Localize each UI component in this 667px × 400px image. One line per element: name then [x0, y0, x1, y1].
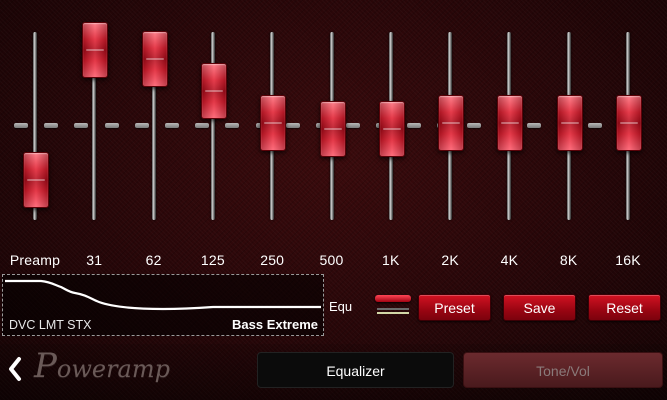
- band-label: 31: [86, 252, 103, 268]
- poweramp-logo: Poweramp: [34, 346, 170, 386]
- preset-codes: DVC LMT STX: [9, 318, 92, 332]
- slider-knob[interactable]: [319, 100, 346, 157]
- band-label: 62: [145, 252, 162, 268]
- band-label: 500: [319, 252, 344, 268]
- band-label: 125: [200, 252, 225, 268]
- equ-label: Equ: [329, 299, 353, 314]
- chevron-left-icon[interactable]: [6, 355, 24, 383]
- slider-knob[interactable]: [23, 151, 49, 208]
- eq-slider-1k[interactable]: [371, 0, 411, 240]
- equ-toggle-icon[interactable]: [375, 295, 411, 317]
- slider-knob[interactable]: [378, 100, 405, 157]
- band-label: 2K: [441, 252, 459, 268]
- eq-slider-250[interactable]: [252, 0, 292, 240]
- band-label: 8K: [559, 252, 578, 268]
- eq-slider-8k[interactable]: [549, 0, 589, 240]
- eq-curve-preview: [5, 279, 321, 311]
- center-line-dash: [587, 123, 602, 128]
- slider-track[interactable]: [210, 32, 215, 220]
- preset-button[interactable]: Preset: [418, 294, 491, 321]
- eq-slider-31[interactable]: [74, 0, 114, 240]
- eq-slider-125[interactable]: [193, 0, 233, 240]
- band-label: 4K: [500, 252, 519, 268]
- reset-button[interactable]: Reset: [588, 294, 661, 321]
- eq-slider-2k[interactable]: [430, 0, 470, 240]
- preset-name: Bass Extreme: [232, 317, 318, 332]
- slider-knob[interactable]: [616, 95, 642, 152]
- eq-slider-16k[interactable]: [608, 0, 648, 240]
- band-label: 250: [260, 252, 285, 268]
- tab-equalizer[interactable]: Equalizer: [257, 352, 454, 388]
- slider-knob[interactable]: [438, 95, 465, 152]
- slider-knob[interactable]: [141, 31, 168, 88]
- band-label: Preamp: [9, 252, 61, 268]
- save-button[interactable]: Save: [503, 294, 576, 321]
- eq-slider-62[interactable]: [134, 0, 174, 240]
- slider-knob[interactable]: [556, 95, 583, 152]
- slider-knob[interactable]: [200, 63, 227, 120]
- preset-preview[interactable]: DVC LMT STX Bass Extreme: [2, 274, 324, 336]
- slider-knob[interactable]: [260, 95, 287, 152]
- eq-slider-4k[interactable]: [489, 0, 529, 240]
- band-label: 1K: [382, 252, 400, 268]
- eq-slider-500[interactable]: [312, 0, 352, 240]
- eq-slider-preamp[interactable]: [15, 0, 55, 240]
- equalizer-panel: Preamp 31 62 125 250 500 1K 2K 4K 8K 16K: [0, 0, 667, 268]
- slider-knob[interactable]: [497, 95, 524, 152]
- slider-knob[interactable]: [82, 21, 109, 78]
- band-label: 16K: [615, 252, 641, 268]
- tab-tone-vol[interactable]: Tone/Vol: [463, 352, 663, 388]
- center-line-dash: [527, 123, 542, 128]
